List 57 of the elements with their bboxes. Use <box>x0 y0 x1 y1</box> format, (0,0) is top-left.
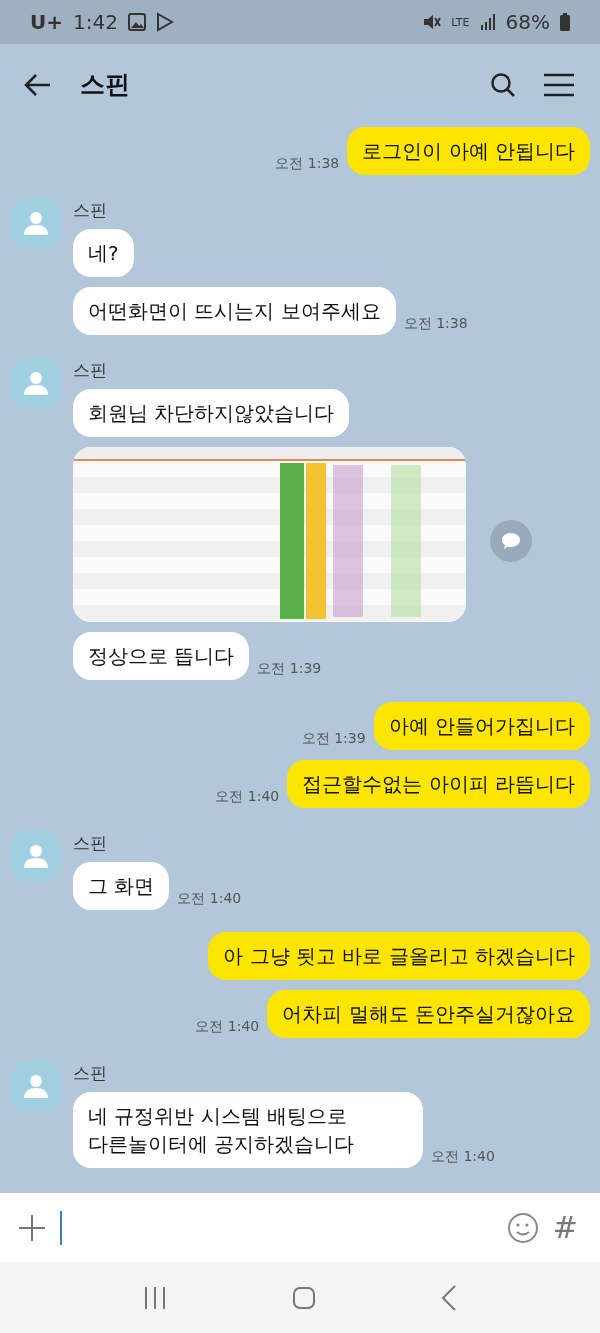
search-icon <box>490 71 516 98</box>
back-button[interactable] <box>24 72 52 97</box>
carrier-label: U+ <box>30 10 63 34</box>
message-bubble: 로그인이 아예 안됩니다 <box>347 127 590 175</box>
message-bubble: 어차피 멀해도 돈안주실거잖아요 <box>267 990 590 1038</box>
message-bubble: 아예 안들어가집니다 <box>373 702 590 750</box>
image-icon <box>127 13 146 31</box>
sender-name: 스핀 <box>73 832 107 855</box>
share-button[interactable] <box>490 520 532 562</box>
message-input-bar[interactable]: # <box>0 1193 600 1262</box>
clock: 1:42 <box>73 10 118 34</box>
sender-name: 스핀 <box>73 199 107 222</box>
play-store-icon <box>155 12 174 32</box>
message-time: 오전 1:39 <box>257 660 322 678</box>
network-label: LTE <box>451 15 470 29</box>
person-icon <box>23 370 49 396</box>
back-nav-button[interactable] <box>441 1284 458 1311</box>
sender-name: 스핀 <box>73 359 107 382</box>
speech-bubble-icon <box>501 532 521 550</box>
message-time: 오전 1:40 <box>215 788 280 806</box>
recent-apps-button[interactable] <box>142 1285 167 1310</box>
message-bubble: 회원님 차단하지않았습니다 <box>73 389 350 437</box>
message-time: 오전 1:40 <box>431 1148 495 1166</box>
mute-icon <box>423 13 442 31</box>
home-button[interactable] <box>292 1285 316 1310</box>
message-time: 오전 1:40 <box>177 890 242 908</box>
home-icon <box>292 1285 316 1310</box>
emoji-button[interactable] <box>506 1211 539 1244</box>
chat-title: 스핀 <box>80 69 130 101</box>
person-icon <box>23 210 49 236</box>
smiley-icon <box>506 1211 539 1244</box>
message-time: 오전 1:38 <box>403 315 468 333</box>
back-arrow-icon <box>24 72 52 97</box>
message-time: 오전 1:39 <box>301 730 366 748</box>
message-bubble: 그 화면 <box>73 862 170 910</box>
back-chevron-icon <box>441 1284 458 1311</box>
person-icon <box>23 843 49 869</box>
sender-name: 스핀 <box>73 1062 107 1085</box>
message-bubble: 접근할수없는 아이피 라뜹니다 <box>287 760 590 808</box>
menu-button[interactable] <box>544 72 574 97</box>
message-bubble: 네 규정위반 시스템 배팅으로 다른놀이터에 공지하겠습니다 <box>73 1092 423 1168</box>
message-bubble: 정상으로 뜹니다 <box>73 632 250 680</box>
recent-apps-icon <box>142 1285 167 1310</box>
person-icon <box>23 1073 49 1099</box>
battery-icon <box>560 13 570 31</box>
menu-icon <box>544 72 574 97</box>
signal-icon <box>479 14 496 30</box>
add-button[interactable] <box>18 1213 46 1242</box>
message-bubble: 아 그냥 됫고 바로 글올리고 하겠습니다 <box>208 932 590 980</box>
search-button[interactable] <box>490 71 516 98</box>
message-time: 오전 1:38 <box>275 155 340 173</box>
hashtag-button[interactable]: # <box>552 1210 578 1245</box>
message-bubble: 어떤화면이 뜨시는지 보여주세요 <box>73 287 396 335</box>
message-bubble: 네? <box>73 229 134 277</box>
message-time: 오전 1:40 <box>195 1018 260 1036</box>
plus-icon <box>18 1213 46 1242</box>
battery-label: 68% <box>505 10 550 34</box>
